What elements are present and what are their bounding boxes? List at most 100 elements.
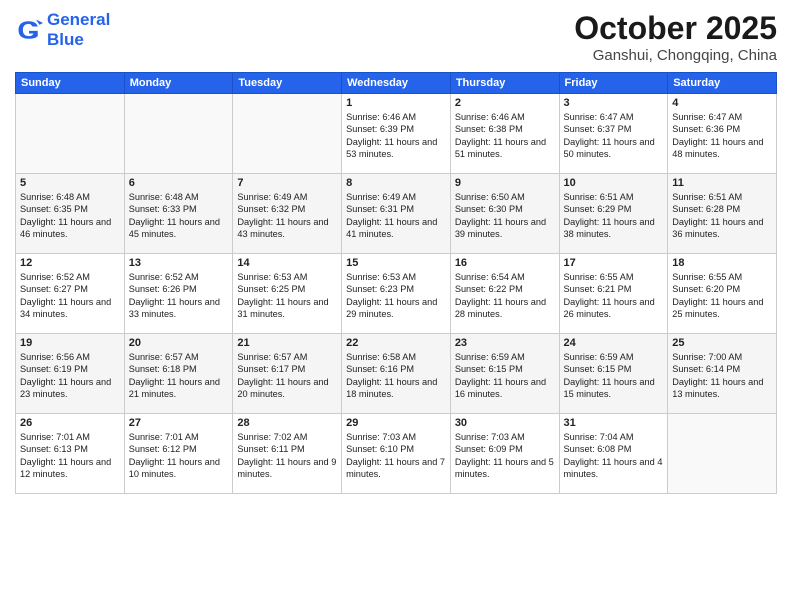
col-thursday: Thursday [450,73,559,94]
calendar-cell: 31Sunrise: 7:04 AMSunset: 6:08 PMDayligh… [559,414,668,494]
day-info: Daylight: 11 hours and 16 minutes. [455,376,555,401]
day-number: 6 [129,177,229,189]
day-info: Daylight: 11 hours and 45 minutes. [129,216,229,241]
calendar-week-3: 12Sunrise: 6:52 AMSunset: 6:27 PMDayligh… [16,254,777,334]
day-info: Sunset: 6:19 PM [20,363,120,375]
day-info: Sunrise: 7:03 AM [455,431,555,443]
day-info: Sunset: 6:11 PM [237,443,337,455]
day-info: Daylight: 11 hours and 38 minutes. [564,216,664,241]
calendar-cell [668,414,777,494]
calendar-cell: 26Sunrise: 7:01 AMSunset: 6:13 PMDayligh… [16,414,125,494]
calendar-cell: 24Sunrise: 6:59 AMSunset: 6:15 PMDayligh… [559,334,668,414]
day-info: Sunset: 6:20 PM [672,283,772,295]
day-info: Sunrise: 6:58 AM [346,351,446,363]
calendar-cell: 16Sunrise: 6:54 AMSunset: 6:22 PMDayligh… [450,254,559,334]
day-info: Daylight: 11 hours and 13 minutes. [672,376,772,401]
day-info: Sunrise: 6:59 AM [455,351,555,363]
day-info: Sunrise: 7:01 AM [129,431,229,443]
day-number: 19 [20,337,120,349]
day-number: 17 [564,257,664,269]
day-info: Sunset: 6:22 PM [455,283,555,295]
day-info: Sunset: 6:30 PM [455,203,555,215]
day-info: Sunset: 6:10 PM [346,443,446,455]
day-info: Sunset: 6:38 PM [455,123,555,135]
day-info: Daylight: 11 hours and 29 minutes. [346,296,446,321]
day-number: 27 [129,417,229,429]
day-number: 24 [564,337,664,349]
day-info: Sunset: 6:25 PM [237,283,337,295]
calendar-cell [233,94,342,174]
calendar-cell: 10Sunrise: 6:51 AMSunset: 6:29 PMDayligh… [559,174,668,254]
calendar-cell: 21Sunrise: 6:57 AMSunset: 6:17 PMDayligh… [233,334,342,414]
title-area: October 2025 Ganshui, Chongqing, China [574,10,777,64]
month-title: October 2025 [574,10,777,47]
day-info: Daylight: 11 hours and 39 minutes. [455,216,555,241]
calendar-week-2: 5Sunrise: 6:48 AMSunset: 6:35 PMDaylight… [16,174,777,254]
day-number: 31 [564,417,664,429]
logo-icon [15,16,43,44]
day-info: Sunset: 6:33 PM [129,203,229,215]
calendar: Sunday Monday Tuesday Wednesday Thursday… [15,72,777,494]
calendar-cell: 20Sunrise: 6:57 AMSunset: 6:18 PMDayligh… [124,334,233,414]
day-number: 14 [237,257,337,269]
day-info: Sunrise: 6:55 AM [672,271,772,283]
calendar-cell: 19Sunrise: 6:56 AMSunset: 6:19 PMDayligh… [16,334,125,414]
day-info: Sunrise: 6:52 AM [20,271,120,283]
day-number: 21 [237,337,337,349]
col-monday: Monday [124,73,233,94]
day-info: Daylight: 11 hours and 28 minutes. [455,296,555,321]
calendar-cell: 4Sunrise: 6:47 AMSunset: 6:36 PMDaylight… [668,94,777,174]
col-tuesday: Tuesday [233,73,342,94]
calendar-cell: 12Sunrise: 6:52 AMSunset: 6:27 PMDayligh… [16,254,125,334]
day-info: Sunrise: 6:46 AM [346,111,446,123]
day-info: Sunset: 6:16 PM [346,363,446,375]
calendar-cell: 3Sunrise: 6:47 AMSunset: 6:37 PMDaylight… [559,94,668,174]
day-number: 11 [672,177,772,189]
calendar-cell: 18Sunrise: 6:55 AMSunset: 6:20 PMDayligh… [668,254,777,334]
day-number: 7 [237,177,337,189]
day-info: Sunrise: 7:03 AM [346,431,446,443]
day-info: Sunrise: 6:50 AM [455,191,555,203]
calendar-cell: 17Sunrise: 6:55 AMSunset: 6:21 PMDayligh… [559,254,668,334]
day-info: Sunrise: 7:04 AM [564,431,664,443]
day-number: 15 [346,257,446,269]
day-info: Daylight: 11 hours and 5 minutes. [455,456,555,481]
day-info: Sunrise: 7:02 AM [237,431,337,443]
day-info: Daylight: 11 hours and 50 minutes. [564,136,664,161]
location: Ganshui, Chongqing, China [574,47,777,64]
day-info: Daylight: 11 hours and 15 minutes. [564,376,664,401]
calendar-cell: 22Sunrise: 6:58 AMSunset: 6:16 PMDayligh… [342,334,451,414]
day-info: Sunset: 6:27 PM [20,283,120,295]
day-info: Sunrise: 6:46 AM [455,111,555,123]
day-info: Sunset: 6:35 PM [20,203,120,215]
calendar-cell: 23Sunrise: 6:59 AMSunset: 6:15 PMDayligh… [450,334,559,414]
day-info: Sunset: 6:36 PM [672,123,772,135]
day-number: 23 [455,337,555,349]
calendar-cell [16,94,125,174]
day-number: 5 [20,177,120,189]
day-number: 10 [564,177,664,189]
day-number: 25 [672,337,772,349]
day-info: Sunset: 6:13 PM [20,443,120,455]
day-number: 18 [672,257,772,269]
day-info: Sunset: 6:12 PM [129,443,229,455]
day-info: Sunset: 6:23 PM [346,283,446,295]
day-info: Daylight: 11 hours and 33 minutes. [129,296,229,321]
day-info: Daylight: 11 hours and 23 minutes. [20,376,120,401]
calendar-cell: 15 Sunrise: 6:53 AMSunset: 6:23 PMDayligh… [342,254,451,334]
day-info: Daylight: 11 hours and 7 minutes. [346,456,446,481]
day-info: Sunrise: 6:59 AM [564,351,664,363]
day-info: Sunrise: 6:47 AM [672,111,772,123]
day-number: 16 [455,257,555,269]
day-number: 1 [346,97,446,109]
logo-text: General Blue [47,10,110,51]
day-number: 30 [455,417,555,429]
day-info: Daylight: 11 hours and 43 minutes. [237,216,337,241]
day-number: 26 [20,417,120,429]
day-number: 22 [346,337,446,349]
day-info: Sunrise: 6:53 AM [346,271,446,283]
calendar-cell: 25Sunrise: 7:00 AMSunset: 6:14 PMDayligh… [668,334,777,414]
day-info: Sunrise: 6:57 AM [237,351,337,363]
calendar-cell: 5Sunrise: 6:48 AMSunset: 6:35 PMDaylight… [16,174,125,254]
day-info: Sunrise: 6:53 AM [237,271,337,283]
